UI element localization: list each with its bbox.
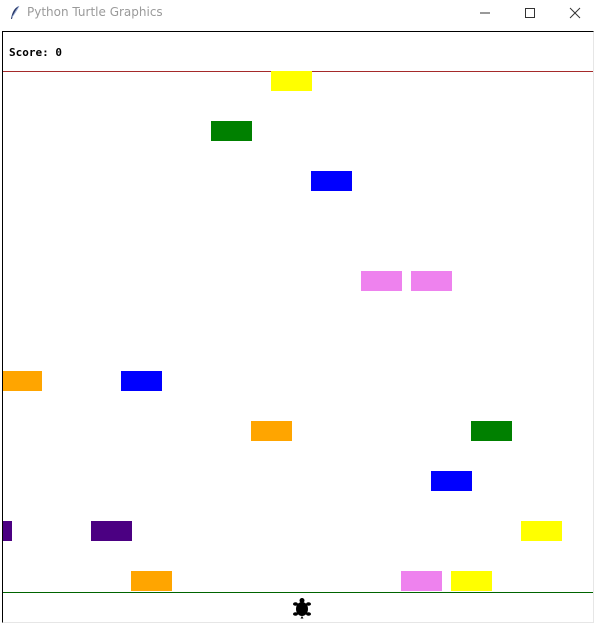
close-icon — [569, 7, 581, 19]
brick — [451, 571, 492, 591]
score-display: Score: 0 — [9, 46, 62, 59]
brick — [121, 371, 162, 391]
window-title: Python Turtle Graphics — [27, 5, 163, 19]
brick — [431, 471, 472, 491]
bottom-boundary-line — [3, 592, 593, 593]
brick — [91, 521, 132, 541]
score-value: 0 — [55, 46, 62, 59]
brick — [211, 121, 252, 141]
brick — [311, 171, 352, 191]
maximize-icon — [525, 8, 535, 18]
game-canvas[interactable]: Score: 0 — [2, 31, 594, 623]
brick — [271, 71, 312, 91]
minimize-button[interactable] — [462, 0, 508, 26]
minimize-icon — [480, 12, 490, 14]
brick — [361, 271, 402, 291]
brick — [521, 521, 562, 541]
brick — [401, 571, 442, 591]
title-bar: Python Turtle Graphics — [0, 0, 596, 26]
turtle-icon[interactable] — [291, 597, 313, 619]
maximize-button[interactable] — [507, 0, 553, 26]
feather-icon — [8, 5, 22, 21]
brick — [471, 421, 512, 441]
brick — [3, 521, 12, 541]
brick — [3, 371, 42, 391]
score-label: Score: — [9, 46, 56, 59]
brick — [411, 271, 452, 291]
close-button[interactable] — [552, 0, 596, 26]
brick — [131, 571, 172, 591]
brick — [251, 421, 292, 441]
